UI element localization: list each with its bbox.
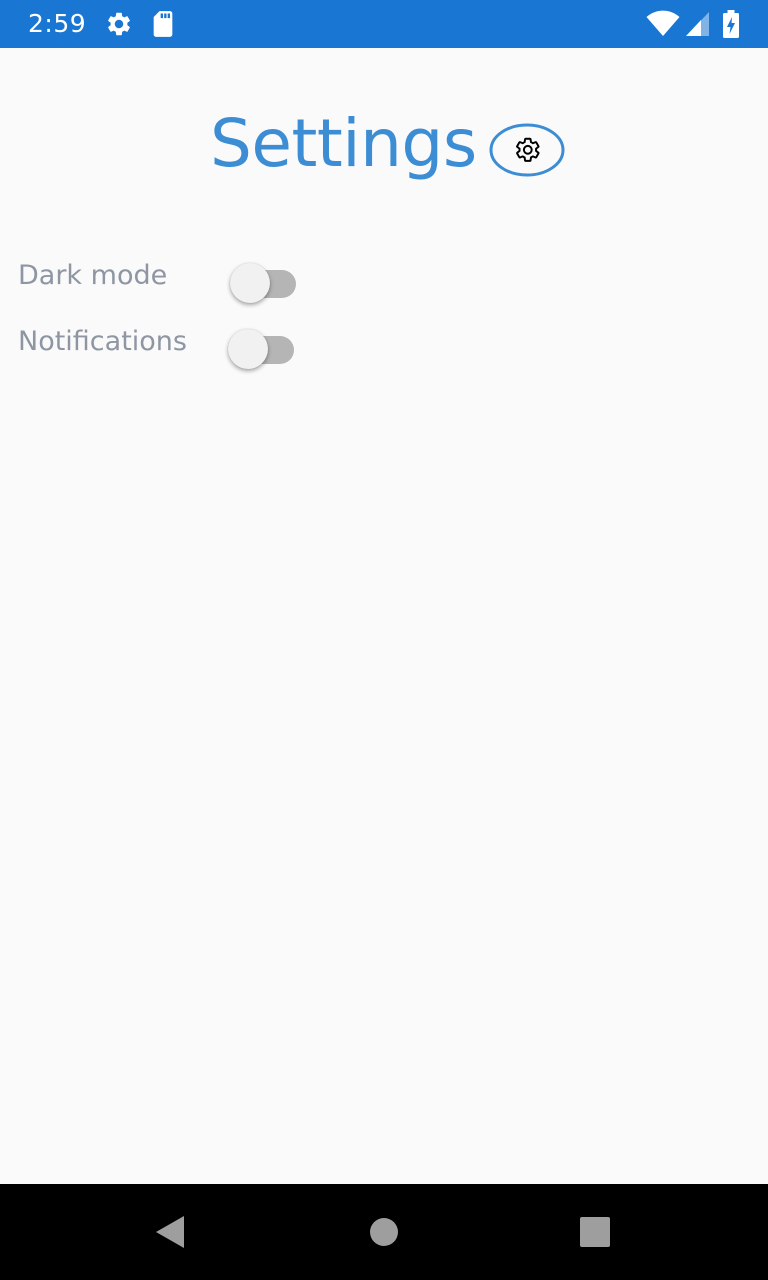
notifications-switch[interactable] — [226, 325, 296, 369]
navigation-bar — [0, 1184, 768, 1280]
gear-icon — [105, 0, 133, 48]
switch-thumb — [230, 263, 270, 303]
sd-card-icon — [151, 0, 175, 48]
status-bar: 2:59 — [0, 0, 768, 48]
gear-icon — [488, 122, 566, 178]
wifi-icon — [646, 0, 680, 48]
back-button[interactable] — [122, 1184, 218, 1280]
settings-screen: 2:59 Settings Dark mode Notifications — [0, 0, 768, 1280]
page-title: Settings — [210, 105, 477, 182]
recents-button[interactable] — [547, 1184, 643, 1280]
home-button[interactable] — [336, 1184, 432, 1280]
notifications-label: Notifications — [18, 326, 187, 357]
recents-icon — [580, 1217, 610, 1247]
setting-row-dark-mode: Dark mode — [0, 256, 768, 306]
dark-mode-label: Dark mode — [18, 260, 168, 291]
home-icon — [370, 1218, 398, 1246]
back-icon — [156, 1216, 184, 1248]
header: Settings — [0, 100, 768, 195]
battery-charging-icon — [722, 0, 740, 48]
dark-mode-switch[interactable] — [228, 259, 298, 303]
switch-thumb — [228, 329, 268, 369]
status-time: 2:59 — [28, 9, 87, 38]
signal-icon — [686, 0, 710, 48]
setting-row-notifications: Notifications — [0, 322, 768, 372]
